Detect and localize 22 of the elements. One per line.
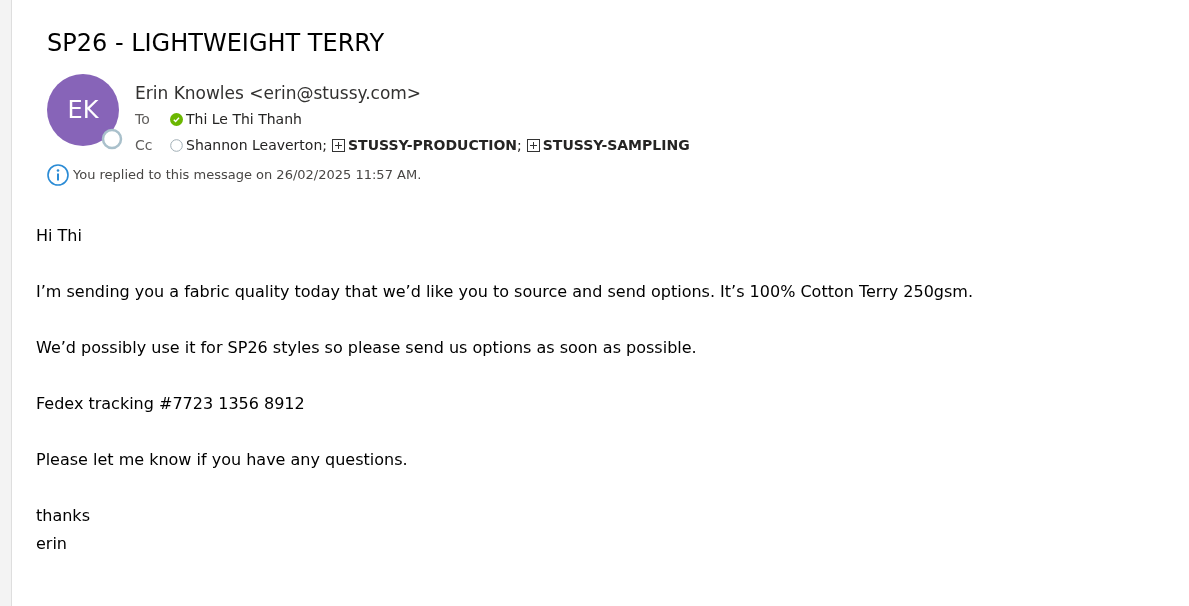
- body-text: erin: [36, 533, 68, 555]
- expand-group-icon[interactable]: [526, 138, 540, 152]
- body-text: We’d possibly use it for SP26 styles so please send us options as soon as possible.: [36, 337, 698, 359]
- body-text: Please let me know if you have any questions.: [36, 449, 409, 471]
- sender-name[interactable]: Erin Knowles <erin@stussy.com>: [135, 80, 695, 106]
- to-label: To: [135, 110, 151, 129]
- reply-notice: You replied to this message on 26/02/2025 11:57 AM.: [73, 166, 422, 185]
- body-text: I’m sending you a fabric quality today that we’d like you to source and send options. It’s 100% Cotton Terry 250gsm.: [36, 281, 974, 303]
- info-icon: [47, 164, 69, 186]
- cc-label: Cc: [135, 136, 154, 155]
- separator: ;: [517, 136, 522, 155]
- expand-group-icon[interactable]: [332, 138, 346, 152]
- status-ring-icon: [101, 128, 123, 150]
- body-text: Hi Thi: [36, 225, 83, 247]
- recipient-name[interactable]: STUSSY-SAMPLING: [542, 132, 690, 158]
- recipient-name[interactable]: Thi Le Thi Thanh: [186, 106, 302, 132]
- body-text: thanks: [36, 505, 91, 527]
- separator: ;: [322, 136, 328, 155]
- recipient-name[interactable]: Shannon Leaverton: [186, 132, 323, 158]
- body-text: Fedex tracking #7723 1356 8912: [36, 393, 306, 415]
- recipient-name[interactable]: STUSSY-PRODUCTION: [348, 132, 518, 158]
- email-subject: SP26 - LIGHTWEIGHT TERRY: [47, 28, 386, 58]
